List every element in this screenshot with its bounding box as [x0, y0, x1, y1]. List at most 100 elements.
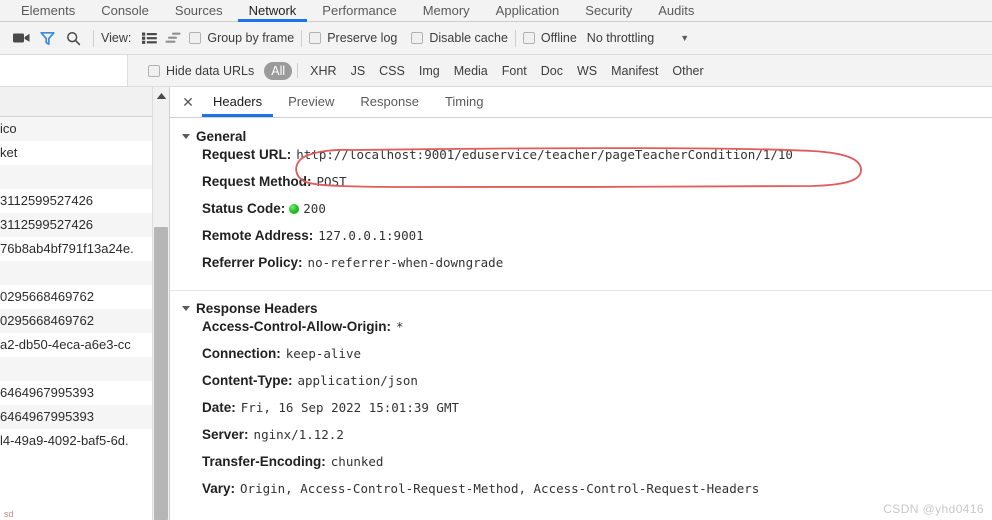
general-section-header[interactable]: General	[170, 125, 992, 147]
filter-type-img[interactable]: Img	[412, 62, 447, 80]
filter-type-font[interactable]: Font	[495, 62, 534, 80]
filter-type-all[interactable]: All	[264, 61, 293, 80]
filter-input[interactable]	[0, 55, 128, 86]
devtools-window: Elements Console Sources Network Perform…	[0, 0, 992, 520]
close-icon[interactable]: ✕	[176, 87, 200, 117]
panel-tab-network[interactable]: Network	[236, 0, 310, 22]
response-headers-section-header[interactable]: Response Headers	[170, 297, 992, 319]
throttling-select-value[interactable]: No throttling	[587, 31, 654, 45]
partial-text-artifact: sd	[4, 509, 14, 519]
list-item[interactable]: 0295668469762	[0, 309, 152, 333]
filter-type-doc[interactable]: Doc	[534, 62, 570, 80]
header-value: 127.0.0.1:9001	[318, 228, 424, 243]
list-item[interactable]: l4-49a9-4092-baf5-6d.	[0, 429, 152, 453]
filter-type-js[interactable]: JS	[344, 62, 373, 80]
list-item[interactable]: 0295668469762	[0, 285, 152, 309]
list-item[interactable]	[0, 357, 152, 381]
hide-data-urls-checkbox[interactable]: Hide data URLs	[148, 64, 254, 78]
toolbar-divider	[93, 29, 94, 47]
filter-type-media[interactable]: Media	[447, 62, 495, 80]
panel-tab-elements[interactable]: Elements	[8, 0, 88, 22]
list-item[interactable]: 3112599527426	[0, 189, 152, 213]
tab-headers[interactable]: Headers	[200, 87, 275, 117]
toolbar-divider-3	[514, 29, 516, 47]
tab-timing[interactable]: Timing	[432, 87, 497, 117]
filter-divider	[297, 63, 299, 78]
header-row-referrer-policy: Referrer Policy: no-referrer-when-downgr…	[170, 255, 992, 282]
waterfall-view-icon[interactable]	[161, 27, 185, 49]
filter-type-xhr[interactable]: XHR	[303, 62, 343, 80]
header-key: Transfer-Encoding:	[202, 454, 326, 469]
header-value: *	[396, 319, 404, 334]
list-item[interactable]	[0, 261, 152, 285]
list-item[interactable]: a2-db50-4eca-a6e3-cc	[0, 333, 152, 357]
chevron-down-icon[interactable]: ▼	[680, 33, 689, 43]
list-view-icon[interactable]	[137, 27, 161, 49]
toolbar-divider-2	[301, 29, 303, 47]
panel-tab-audits[interactable]: Audits	[645, 0, 707, 22]
preserve-log-label: Preserve log	[327, 31, 398, 45]
header-value: 200	[303, 201, 326, 216]
header-row-request-method: Request Method: POST	[170, 174, 992, 201]
header-row-access-control-allow-origin: Access-Control-Allow-Origin: *	[170, 319, 992, 346]
scroll-up-arrow-icon[interactable]	[153, 87, 169, 104]
header-value: Fri, 16 Sep 2022 15:01:39 GMT	[240, 400, 460, 415]
header-row-vary: Vary: Origin, Access-Control-Request-Met…	[170, 481, 992, 508]
header-row-transfer-encoding: Transfer-Encoding: chunked	[170, 454, 992, 481]
list-item[interactable]: 6464967995393	[0, 405, 152, 429]
list-item[interactable]: 3112599527426	[0, 213, 152, 237]
group-by-frame-checkbox[interactable]: Group by frame	[189, 31, 294, 45]
general-section-title: General	[196, 128, 247, 144]
filter-type-css[interactable]: CSS	[372, 62, 412, 80]
header-row-status-code: Status Code: 200	[170, 201, 992, 228]
panel-tab-application[interactable]: Application	[483, 0, 573, 22]
checkbox-box	[309, 32, 322, 44]
filter-type-other[interactable]: Other	[665, 62, 710, 80]
header-key: Request URL:	[202, 147, 292, 162]
panel-tab-memory[interactable]: Memory	[410, 0, 483, 22]
header-value[interactable]: http://localhost:9001/eduservice/teacher…	[296, 147, 793, 162]
list-item[interactable]: ico	[0, 117, 152, 141]
record-camera-icon[interactable]	[8, 25, 34, 51]
tab-preview[interactable]: Preview	[275, 87, 347, 117]
header-key: Vary:	[202, 481, 236, 496]
header-row-request-url: Request URL: http://localhost:9001/eduse…	[170, 147, 992, 174]
filter-types-group: Hide data URLs All XHR JS CSS Img Media …	[128, 61, 711, 80]
header-value: POST	[316, 174, 347, 189]
header-value: application/json	[297, 373, 418, 388]
request-list-header	[0, 87, 152, 117]
header-value: no-referrer-when-downgrade	[307, 255, 504, 270]
triangle-expanded-icon	[182, 133, 190, 139]
panel-tab-security[interactable]: Security	[572, 0, 645, 22]
headers-sections: General Request URL: http://localhost:90…	[170, 118, 992, 508]
filter-type-manifest[interactable]: Manifest	[604, 62, 665, 80]
panel-tab-performance[interactable]: Performance	[309, 0, 409, 22]
request-list-scrollbar[interactable]	[152, 87, 169, 520]
tab-response[interactable]: Response	[347, 87, 432, 117]
offline-checkbox[interactable]: Offline	[522, 31, 577, 45]
list-item[interactable]	[0, 165, 152, 189]
filter-type-ws[interactable]: WS	[570, 62, 604, 80]
detail-tabbar: ✕ Headers Preview Response Timing	[170, 87, 992, 118]
view-label: View:	[101, 31, 132, 45]
request-list[interactable]: ico ket 3112599527426 3112599527426 76b8…	[0, 87, 170, 520]
request-detail-pane: ✕ Headers Preview Response Timing Genera…	[170, 87, 992, 520]
list-item[interactable]: 6464967995393	[0, 381, 152, 405]
checkbox-box	[148, 64, 160, 77]
header-row-connection: Connection: keep-alive	[170, 346, 992, 373]
list-item[interactable]: ket	[0, 141, 152, 165]
list-item[interactable]: 76b8ab4bf791f13a24e.	[0, 237, 152, 261]
header-value: nginx/1.12.2	[253, 427, 344, 442]
response-headers-section: Response Headers Access-Control-Allow-Or…	[170, 291, 992, 508]
header-key: Request Method:	[202, 174, 312, 189]
header-value: Origin, Access-Control-Request-Method, A…	[240, 481, 760, 496]
disable-cache-checkbox[interactable]: Disable cache	[411, 31, 508, 45]
panel-tab-console[interactable]: Console	[88, 0, 162, 22]
filter-funnel-icon[interactable]	[34, 25, 60, 51]
header-key: Content-Type:	[202, 373, 293, 388]
panel-tab-sources[interactable]: Sources	[162, 0, 236, 22]
scrollbar-thumb[interactable]	[154, 227, 168, 520]
preserve-log-checkbox[interactable]: Preserve log	[309, 31, 397, 45]
offline-label: Offline	[540, 31, 577, 45]
search-magnifier-icon[interactable]	[60, 25, 86, 51]
